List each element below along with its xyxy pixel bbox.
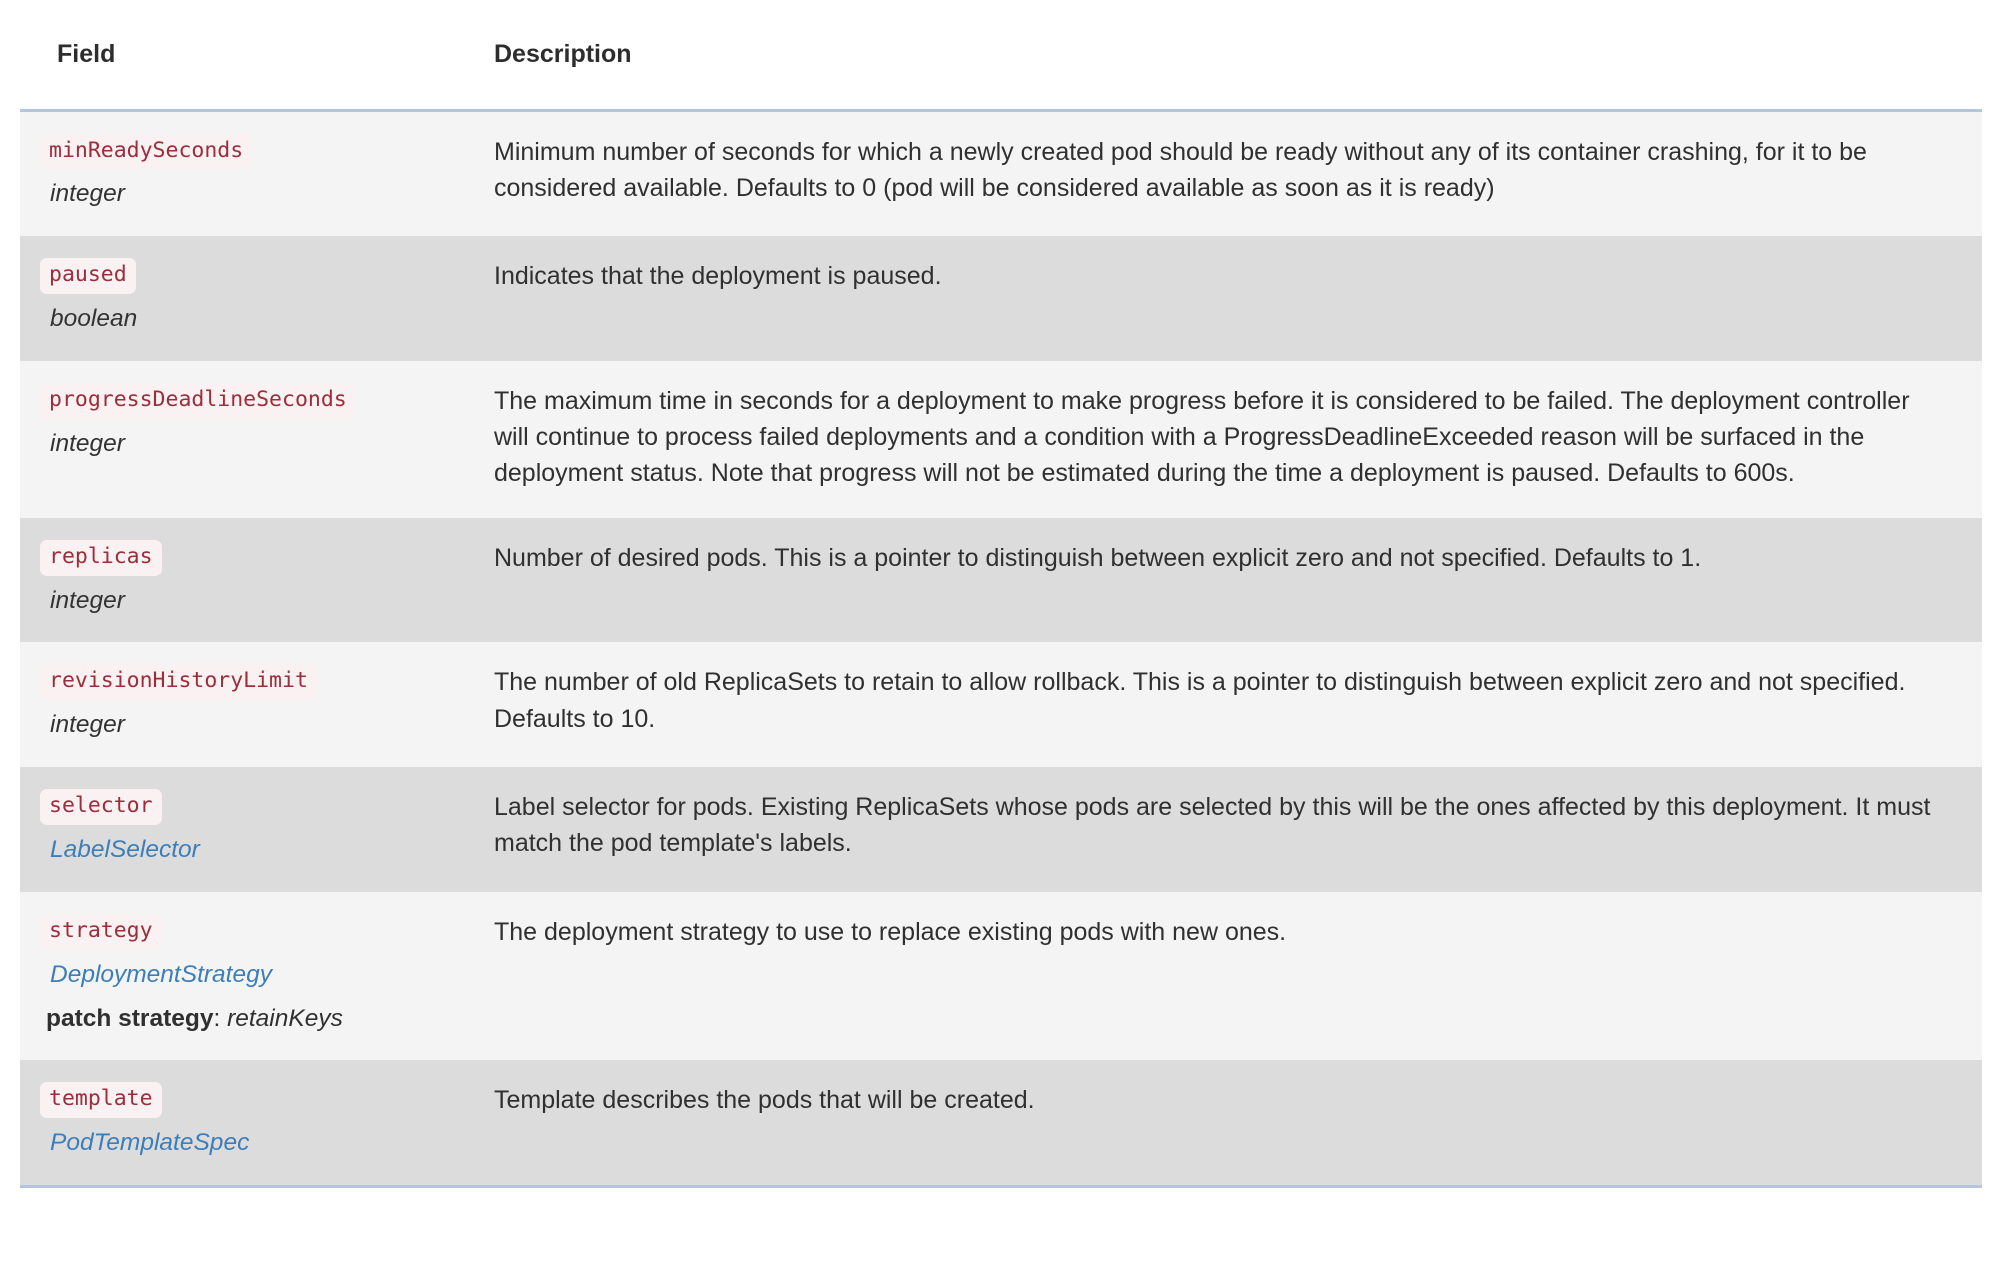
patch-strategy-label: patch strategy bbox=[46, 1004, 214, 1032]
documentation-page: Field Description minReadySeconds integer… bbox=[0, 0, 2012, 1276]
column-header-description: Description bbox=[467, 0, 1982, 110]
field-name: revisionHistoryLimit bbox=[40, 664, 317, 701]
api-field-table: Field Description minReadySeconds integer… bbox=[20, 0, 1982, 1189]
table-row: minReadySeconds integer Minimum number of … bbox=[20, 108, 1982, 237]
description-text: Label selector for pods. Existing Replic… bbox=[494, 793, 1931, 858]
field-type-link[interactable]: LabelSelector bbox=[40, 834, 447, 866]
description-text: The maximum time in seconds for a deploy… bbox=[494, 386, 1910, 488]
field-name: progressDeadlineSeconds bbox=[40, 382, 356, 419]
description-text: Number of desired pods. This is a pointe… bbox=[494, 543, 1702, 572]
table-row: replicas integer Number of desired pods. T… bbox=[20, 517, 1982, 643]
column-header-description-label: Description bbox=[494, 39, 632, 68]
field-cell: paused boolean bbox=[20, 236, 467, 361]
field-type: boolean bbox=[50, 305, 138, 333]
table-header-row: Field Description bbox=[20, 0, 1982, 110]
field-type: integer bbox=[50, 180, 125, 208]
description-text: The deployment strategy to use to replac… bbox=[494, 917, 1287, 946]
description-cell: Indicates that the deployment is paused. bbox=[467, 236, 1982, 361]
description-cell: Number of desired pods. This is a pointe… bbox=[467, 518, 1982, 643]
table-row: strategy DeploymentStrategy patch strategy… bbox=[20, 891, 1982, 1061]
field-name: selector bbox=[40, 789, 162, 825]
field-cell: replicas integer bbox=[20, 518, 467, 643]
column-header-field-label: Field bbox=[57, 39, 116, 68]
description-text: Indicates that the deployment is paused. bbox=[494, 262, 942, 291]
table-row: selector LabelSelector Label selector for … bbox=[20, 767, 1982, 892]
field-cell: template PodTemplateSpec bbox=[20, 1060, 467, 1189]
field-type: integer bbox=[50, 586, 125, 614]
field-type: integer bbox=[50, 429, 125, 457]
field-cell: strategy DeploymentStrategy patch strategy… bbox=[20, 892, 467, 1061]
field-cell: minReadySeconds integer bbox=[20, 108, 467, 237]
field-name: template bbox=[40, 1082, 162, 1119]
column-header-field: Field bbox=[20, 0, 467, 110]
field-type-link[interactable]: PodTemplateSpec bbox=[40, 1127, 447, 1159]
table-header: Field Description bbox=[20, 0, 1982, 110]
description-cell: The maximum time in seconds for a deploy… bbox=[467, 361, 1982, 518]
field-cell: progressDeadlineSeconds integer bbox=[20, 361, 467, 518]
field-type: integer bbox=[50, 711, 125, 739]
field-cell: revisionHistoryLimit integer bbox=[20, 642, 467, 767]
description-cell: Template describes the pods that will be… bbox=[467, 1060, 1982, 1189]
description-cell: Label selector for pods. Existing Replic… bbox=[467, 767, 1982, 892]
field-cell: selector LabelSelector bbox=[20, 767, 467, 892]
field-name: minReadySeconds bbox=[40, 133, 253, 170]
description-cell: The number of old ReplicaSets to retain … bbox=[467, 642, 1982, 767]
patch-strategy-value: retainKeys bbox=[227, 1004, 343, 1032]
table-body: minReadySeconds integer Minimum number of … bbox=[20, 108, 1982, 1189]
description-cell: The deployment strategy to use to replac… bbox=[467, 892, 1982, 1061]
description-text: Minimum number of seconds for which a ne… bbox=[494, 137, 1867, 202]
description-text: Template describes the pods that will be… bbox=[494, 1086, 1035, 1115]
description-cell: Minimum number of seconds for which a ne… bbox=[467, 108, 1982, 237]
table-row: progressDeadlineSeconds integer The maximu… bbox=[20, 360, 1982, 518]
field-name: replicas bbox=[40, 539, 162, 576]
field-name: paused bbox=[40, 258, 136, 295]
patch-strategy-separator: : bbox=[213, 1004, 228, 1032]
table-row: template PodTemplateSpec Template describe… bbox=[20, 1060, 1982, 1189]
table-row: paused boolean Indicates that the deployme… bbox=[20, 236, 1982, 361]
field-type-link[interactable]: DeploymentStrategy bbox=[40, 959, 447, 991]
field-patch-strategy: patch strategy: retainKeys bbox=[40, 1003, 447, 1035]
description-text: The number of old ReplicaSets to retain … bbox=[494, 668, 1906, 733]
field-name: strategy bbox=[40, 913, 162, 950]
table-row: revisionHistoryLimit integer The number of… bbox=[20, 642, 1982, 768]
